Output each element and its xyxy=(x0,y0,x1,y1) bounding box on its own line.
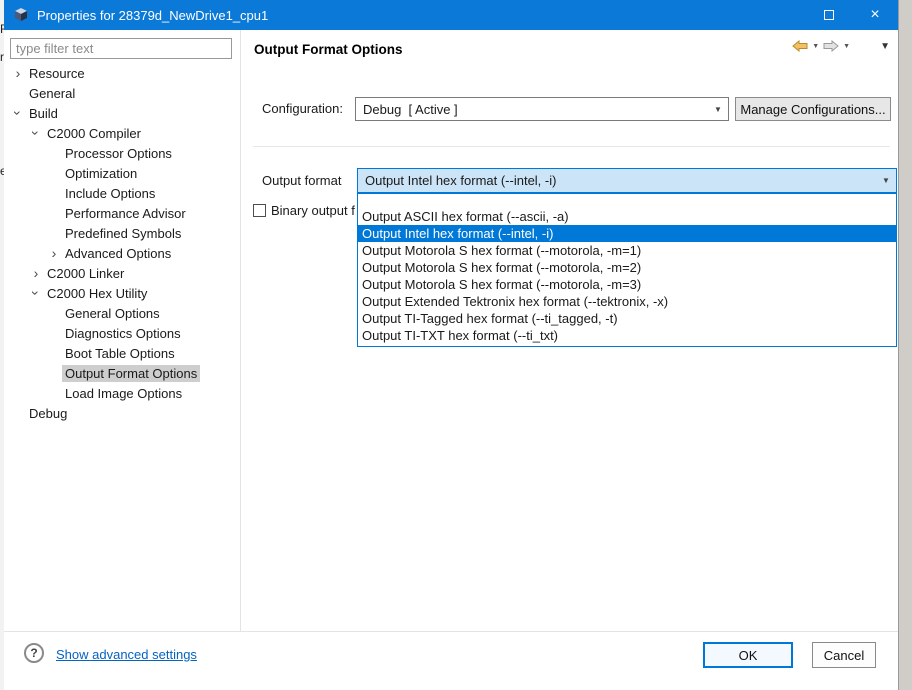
tree-expanded-arrow-icon[interactable]: › xyxy=(26,125,46,141)
help-button[interactable]: ? xyxy=(24,643,44,663)
sidebar-item-include-options[interactable]: Include Options xyxy=(4,183,240,203)
section-divider xyxy=(253,146,890,147)
back-button[interactable] xyxy=(792,40,808,52)
configuration-select[interactable]: Debug [ Active ] ▼ xyxy=(355,97,729,121)
sidebar-item-label: Output Format Options xyxy=(62,365,200,382)
sidebar-item-c2000-hex-utility[interactable]: ›C2000 Hex Utility xyxy=(4,283,240,303)
sidebar-item-advanced-options[interactable]: ›Advanced Options xyxy=(4,243,240,263)
help-icon: ? xyxy=(30,646,37,660)
titlebar[interactable]: Properties for 28379d_NewDrive1_cpu1 × xyxy=(4,0,898,30)
close-icon: × xyxy=(870,7,879,23)
sidebar-item-general[interactable]: General xyxy=(4,83,240,103)
forward-history-caret-icon[interactable]: ▼ xyxy=(843,43,850,50)
chevron-down-icon: ▼ xyxy=(876,176,896,185)
output-format-select[interactable]: Output Intel hex format (--intel, -i) ▼ xyxy=(357,168,897,193)
sidebar-item-label: General xyxy=(26,85,78,102)
sidebar-item-label: Optimization xyxy=(62,165,140,182)
sidebar-item-label: Advanced Options xyxy=(62,245,174,262)
sidebar-item-boot-table-options[interactable]: Boot Table Options xyxy=(4,343,240,363)
dropdown-option-1[interactable]: Output Intel hex format (--intel, -i) xyxy=(358,225,896,242)
configuration-value: Debug [ Active ] xyxy=(356,102,708,117)
sidebar-item-label: Predefined Symbols xyxy=(62,225,184,242)
sidebar-item-build[interactable]: ›Build xyxy=(4,103,240,123)
sidebar-item-debug[interactable]: Debug xyxy=(4,403,240,423)
tree-expanded-arrow-icon[interactable]: › xyxy=(26,285,46,301)
maximize-icon xyxy=(824,10,834,20)
sidebar-tree: ›ResourceGeneral›Build›C2000 CompilerPro… xyxy=(4,63,240,423)
history-navigation: ▼ ▼ ▼ xyxy=(792,40,890,52)
sidebar-item-output-format-options[interactable]: Output Format Options xyxy=(4,363,240,383)
show-advanced-settings-link[interactable]: Show advanced settings xyxy=(56,647,197,662)
manage-configurations-button[interactable]: Manage Configurations... xyxy=(735,97,891,121)
sidebar-item-performance-advisor[interactable]: Performance Advisor xyxy=(4,203,240,223)
sidebar-item-resource[interactable]: ›Resource xyxy=(4,63,240,83)
sidebar-item-label: General Options xyxy=(62,305,163,322)
sidebar-item-load-image-options[interactable]: Load Image Options xyxy=(4,383,240,403)
tree-collapsed-arrow-icon[interactable]: › xyxy=(28,263,44,283)
maximize-button[interactable] xyxy=(806,0,852,30)
sidebar-item-label: C2000 Compiler xyxy=(44,125,144,142)
footer-bar: ? Show advanced settings OK Cancel xyxy=(4,631,898,690)
output-format-value: Output Intel hex format (--intel, -i) xyxy=(358,173,876,188)
sidebar-item-label: C2000 Linker xyxy=(44,265,127,282)
background-window-right-edge xyxy=(898,0,912,690)
ok-button[interactable]: OK xyxy=(703,642,793,668)
tree-collapsed-arrow-icon[interactable]: › xyxy=(46,243,62,263)
forward-button[interactable] xyxy=(823,40,839,52)
sidebar-item-label: Load Image Options xyxy=(62,385,185,402)
sidebar-item-label: Include Options xyxy=(62,185,158,202)
sidebar-item-label: Diagnostics Options xyxy=(62,325,184,342)
sidebar-item-label: Debug xyxy=(26,405,70,422)
content-panel: Output Format Options ▼ ▼ ▼ Configuratio… xyxy=(241,30,898,631)
cancel-button[interactable]: Cancel xyxy=(812,642,876,668)
view-menu-caret-icon[interactable]: ▼ xyxy=(880,41,890,52)
configuration-label: Configuration: xyxy=(262,97,343,121)
dropdown-option-0[interactable]: Output ASCII hex format (--ascii, -a) xyxy=(358,208,896,225)
tree-expanded-arrow-icon[interactable]: › xyxy=(8,105,28,121)
output-format-label: Output format xyxy=(262,168,341,193)
dropdown-option-2[interactable]: Output Motorola S hex format (--motorola… xyxy=(358,242,896,259)
sidebar-item-label: Build xyxy=(26,105,61,122)
back-history-caret-icon[interactable]: ▼ xyxy=(812,43,819,50)
dropdown-option-7[interactable]: Output TI-TXT hex format (--ti_txt) xyxy=(358,327,896,344)
sidebar-item-general-options[interactable]: General Options xyxy=(4,303,240,323)
sidebar-item-label: Resource xyxy=(26,65,88,82)
sidebar-item-diagnostics-options[interactable]: Diagnostics Options xyxy=(4,323,240,343)
sidebar-item-label: Processor Options xyxy=(62,145,175,162)
page-title: Output Format Options xyxy=(254,42,402,57)
filter-input[interactable] xyxy=(10,38,232,59)
binary-output-checkbox-row[interactable]: Binary output f xyxy=(253,203,355,218)
window-title: Properties for 28379d_NewDrive1_cpu1 xyxy=(37,8,268,23)
binary-output-checkbox-label: Binary output f xyxy=(271,203,355,218)
forward-arrow-icon xyxy=(823,40,839,52)
screen: Rrae Properties for 28379d_NewDrive1_cpu… xyxy=(0,0,912,690)
checkbox-icon[interactable] xyxy=(253,204,266,217)
sidebar-item-label: C2000 Hex Utility xyxy=(44,285,150,302)
dropdown-option-3[interactable]: Output Motorola S hex format (--motorola… xyxy=(358,259,896,276)
sidebar-item-label: Performance Advisor xyxy=(62,205,189,222)
dropdown-option-4[interactable]: Output Motorola S hex format (--motorola… xyxy=(358,276,896,293)
sidebar: ›ResourceGeneral›Build›C2000 CompilerPro… xyxy=(4,30,241,631)
tree-collapsed-arrow-icon[interactable]: › xyxy=(10,63,26,83)
dropdown-option-6[interactable]: Output TI-Tagged hex format (--ti_tagged… xyxy=(358,310,896,327)
chevron-down-icon: ▼ xyxy=(708,105,728,114)
dropdown-option-5[interactable]: Output Extended Tektronix hex format (--… xyxy=(358,293,896,310)
sidebar-item-label: Boot Table Options xyxy=(62,345,178,362)
close-button[interactable]: × xyxy=(852,0,898,30)
app-cube-icon xyxy=(13,7,29,23)
sidebar-item-optimization[interactable]: Optimization xyxy=(4,163,240,183)
sidebar-item-c2000-linker[interactable]: ›C2000 Linker xyxy=(4,263,240,283)
sidebar-item-processor-options[interactable]: Processor Options xyxy=(4,143,240,163)
properties-dialog: Properties for 28379d_NewDrive1_cpu1 × ›… xyxy=(4,0,898,690)
output-format-dropdown-list: Output ASCII hex format (--ascii, -a)Out… xyxy=(357,193,897,347)
sidebar-item-predefined-symbols[interactable]: Predefined Symbols xyxy=(4,223,240,243)
back-arrow-icon xyxy=(792,40,808,52)
sidebar-item-c2000-compiler[interactable]: ›C2000 Compiler xyxy=(4,123,240,143)
